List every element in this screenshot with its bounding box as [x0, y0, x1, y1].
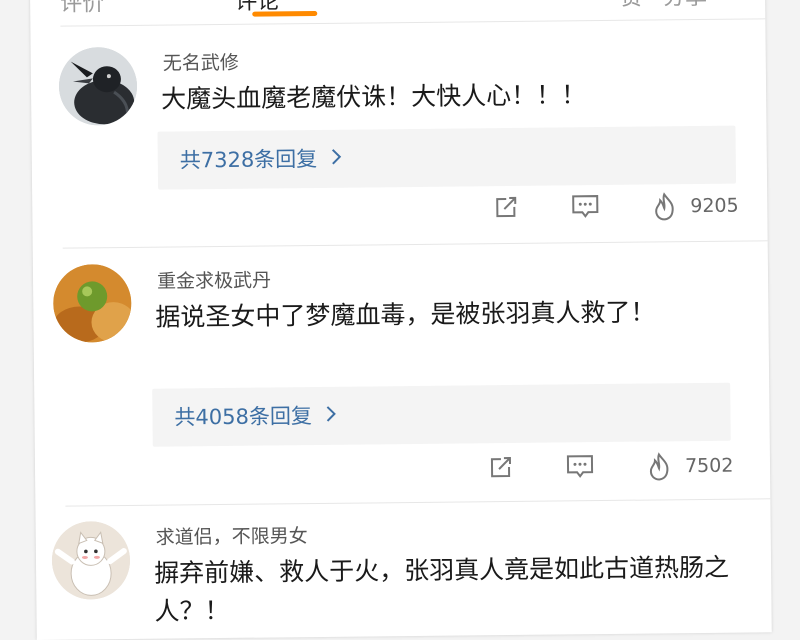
- comment-divider: [65, 498, 771, 507]
- comment-username[interactable]: 无名武修: [163, 48, 239, 76]
- comment-icon[interactable]: [570, 192, 600, 222]
- crow-avatar[interactable]: [58, 46, 138, 126]
- like-count: 7502: [684, 454, 734, 478]
- chevron-right-icon: [326, 387, 339, 445]
- share-icon[interactable]: [492, 193, 522, 223]
- comment-divider: [62, 240, 768, 249]
- view-replies-button[interactable]: 共4058条回复: [152, 382, 731, 447]
- flame-icon[interactable]: [645, 451, 675, 481]
- tab-reviews[interactable]: 评价: [60, 0, 104, 18]
- replies-count: 共7328条回复: [179, 147, 318, 173]
- active-tab-indicator: [252, 10, 318, 17]
- comment-actions: 9205: [492, 190, 752, 227]
- replies-count: 共4058条回复: [174, 404, 313, 430]
- share-icon[interactable]: [487, 453, 517, 483]
- comment-text: 大魔头血魔老魔伏诛！大快人心！！！: [160, 80, 587, 114]
- comment-icon[interactable]: [565, 452, 595, 482]
- comment-text: 摒弃前嫌、救人于火，张羽真人竟是如此古道热肠之人？！: [153, 552, 730, 626]
- fruit-avatar[interactable]: [52, 263, 132, 343]
- comments-screen: 评价 评论 赞 · 分享 无名武修 大魔头血魔老魔伏诛！大快人心！！！ 共732…: [30, 0, 772, 640]
- chevron-right-icon: [331, 130, 344, 188]
- comment-text: 据说圣女中了梦魔血毒，是被张羽真人救了！: [155, 297, 656, 332]
- cat-avatar[interactable]: [51, 520, 131, 600]
- comment-actions: 7502: [487, 451, 747, 488]
- comment-username[interactable]: 求道侣，不限男女: [156, 521, 308, 550]
- like-count: 9205: [690, 194, 739, 218]
- tab-share[interactable]: 赞 · 分享: [620, 0, 707, 12]
- comment-username[interactable]: 重金求极武丹: [157, 265, 271, 293]
- view-replies-button[interactable]: 共7328条回复: [157, 125, 737, 190]
- flame-icon[interactable]: [650, 191, 680, 221]
